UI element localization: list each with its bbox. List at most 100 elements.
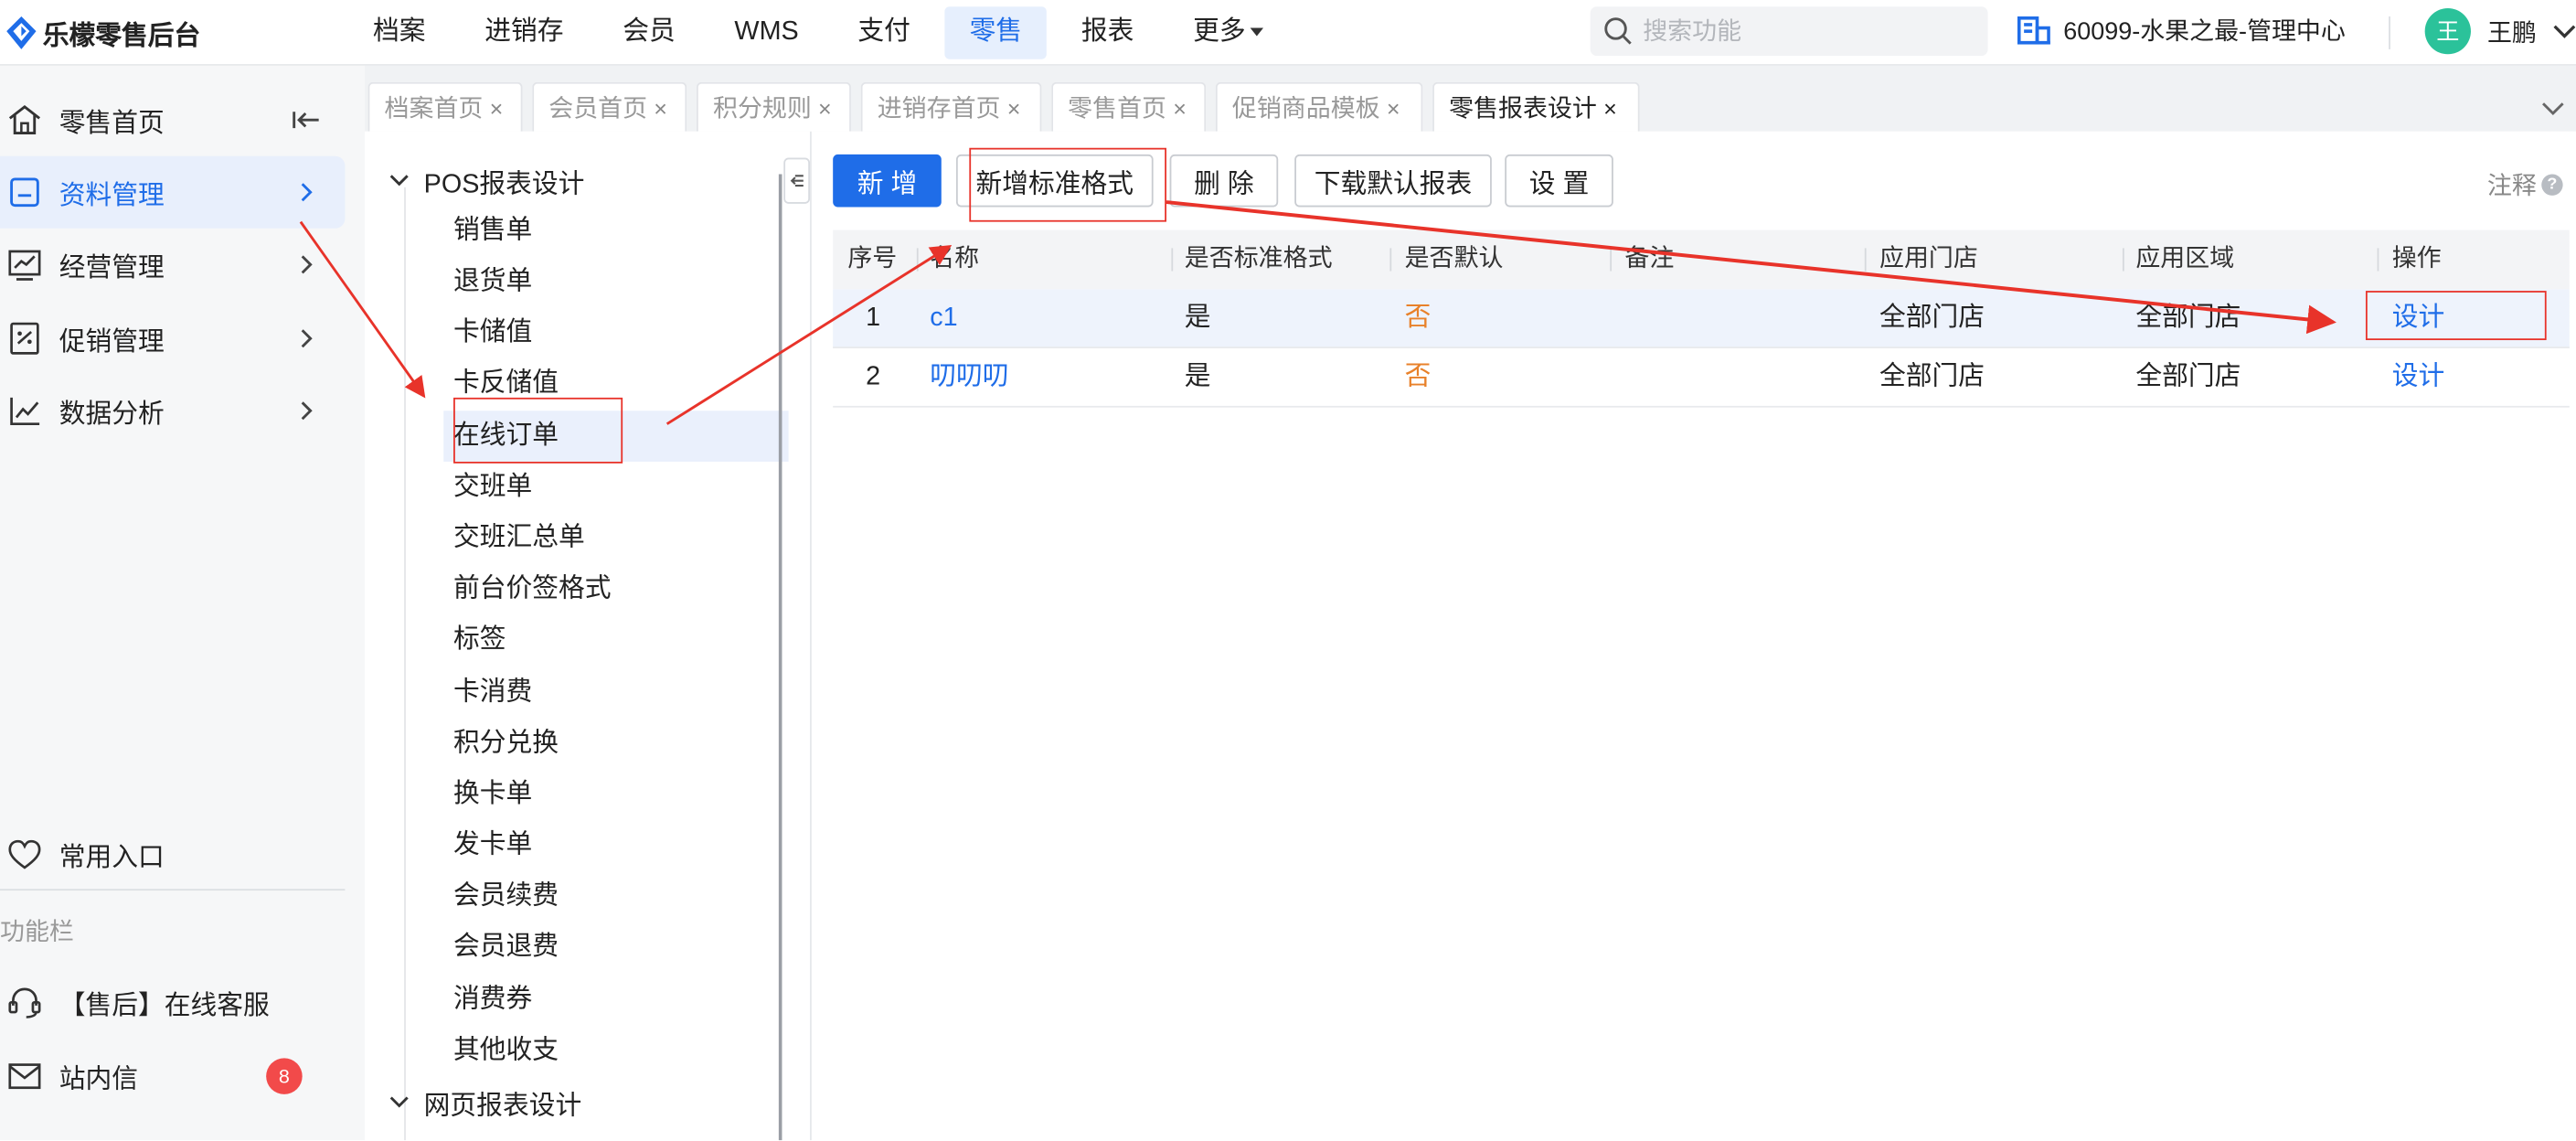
table-row[interactable]: 1 c1 是 否 全部门店 全部门店 设计: [833, 289, 2570, 349]
tree-group-label: 网页报表设计: [423, 1093, 582, 1121]
sidebar-item-data-analysis[interactable]: 数据分析: [0, 375, 345, 447]
tab-inventory-home[interactable]: 进销存首页 ×: [860, 81, 1042, 132]
tree-leaf[interactable]: 换卡单: [453, 773, 532, 816]
note-link[interactable]: 注释 ?: [2487, 167, 2563, 202]
tree-leaf[interactable]: 卡消费: [453, 672, 532, 715]
chevron-down-icon[interactable]: [2533, 89, 2572, 128]
column-divider[interactable]: [2377, 248, 2379, 272]
download-default-report-button[interactable]: 下载默认报表: [1294, 154, 1492, 208]
tree-leaf[interactable]: 卡储值: [453, 312, 532, 355]
tab-promo-template[interactable]: 促销商品模板 ×: [1215, 81, 1423, 132]
tree-leaf[interactable]: 积分兑换: [453, 723, 559, 766]
column-divider[interactable]: [916, 248, 919, 272]
collapse-tree-button[interactable]: [783, 157, 811, 204]
tree-leaf[interactable]: 退货单: [453, 261, 532, 304]
tab-archive-home[interactable]: 档案首页 ×: [367, 81, 523, 132]
chevron-right-icon: [301, 183, 313, 202]
column-header: 是否标准格式: [1184, 244, 1333, 273]
logo-icon: [6, 16, 37, 49]
search-icon: [1604, 17, 1632, 45]
design-link[interactable]: 设计: [2392, 348, 2445, 408]
column-divider[interactable]: [1389, 248, 1392, 272]
close-icon[interactable]: ×: [654, 94, 667, 121]
tab-retail-home[interactable]: 零售首页 ×: [1051, 81, 1207, 132]
tab-label: 促销商品模板: [1231, 95, 1380, 123]
tab-label: 零售报表设计: [1449, 95, 1597, 123]
cell-standard: 是: [1184, 304, 1211, 333]
nav-more-label: 更多: [1193, 17, 1246, 47]
column-divider[interactable]: [2122, 248, 2124, 272]
close-icon[interactable]: ×: [1007, 94, 1021, 121]
main-content: 新 增 新增标准格式 删 除 下载默认报表 设 置 注释 ? 序号 名称 是否标…: [810, 131, 2576, 1141]
column-divider[interactable]: [1171, 248, 1174, 272]
nav-item-archive[interactable]: 档案: [348, 6, 450, 59]
tab-points-rules[interactable]: 积分规则 ×: [697, 81, 851, 132]
caret-down-icon: [1251, 28, 1264, 37]
nav-item-wms[interactable]: WMS: [709, 6, 823, 59]
design-link[interactable]: 设计: [2392, 289, 2445, 348]
nav-item-report[interactable]: 报表: [1057, 6, 1158, 59]
close-icon[interactable]: ×: [1173, 94, 1187, 121]
tree-leaf[interactable]: 其他收支: [453, 1030, 559, 1073]
tree-leaf[interactable]: 交班单: [453, 466, 532, 509]
tree-leaf[interactable]: 会员退费: [453, 927, 559, 970]
cell-default: 否: [1404, 304, 1432, 333]
app-root: 乐檬零售后台 档案 进销存 会员 WMS 支付 零售 报表 更多 搜索功能 60…: [0, 0, 2576, 1141]
tree-group-pos[interactable]: POS报表设计: [388, 159, 584, 202]
sidebar-divider: [0, 889, 346, 891]
tab-member-home[interactable]: 会员首页 ×: [532, 81, 687, 132]
tree-leaf[interactable]: 销售单: [453, 210, 532, 253]
sidebar-inbox[interactable]: 站内信 8: [0, 1040, 345, 1113]
add-standard-format-button[interactable]: 新增标准格式: [955, 154, 1154, 208]
tab-retail-report-design[interactable]: 零售报表设计 ×: [1432, 81, 1640, 132]
user-menu[interactable]: 王 王鹏: [2424, 7, 2576, 55]
tree-group-web[interactable]: 网页报表设计: [388, 1082, 581, 1125]
cell-name-link[interactable]: 叨叨叨: [930, 348, 1008, 408]
chevron-right-icon: [301, 255, 313, 274]
tree-leaf[interactable]: 消费券: [453, 979, 532, 1022]
tab-label: 积分规则: [712, 95, 812, 123]
headset-icon: [8, 987, 41, 1018]
nav-item-retail[interactable]: 零售: [944, 6, 1048, 59]
sidebar-support[interactable]: 【售后】在线客服: [0, 966, 345, 1039]
heart-icon: [8, 839, 41, 869]
app-logo[interactable]: 乐檬零售后台: [6, 13, 200, 52]
tree-leaf[interactable]: 标签: [453, 620, 506, 663]
close-icon[interactable]: ×: [1387, 94, 1400, 121]
avatar: 王: [2424, 7, 2471, 55]
sidebar-item-operations[interactable]: 经营管理: [0, 229, 345, 301]
chevron-down-icon: [389, 175, 409, 187]
tree-scrollbar[interactable]: [778, 174, 782, 1141]
close-icon[interactable]: ×: [490, 94, 504, 121]
settings-button[interactable]: 设 置: [1505, 154, 1613, 208]
tree-leaf[interactable]: 会员续费: [453, 876, 559, 919]
tree-leaf[interactable]: 前台价签格式: [453, 569, 612, 612]
store-selector[interactable]: 60099-水果之最-管理中心: [2017, 13, 2346, 48]
collapse-sidebar-icon[interactable]: [293, 109, 322, 132]
close-icon[interactable]: ×: [818, 94, 832, 121]
sidebar-item-promotion[interactable]: 促销管理: [0, 303, 345, 375]
column-divider[interactable]: [1864, 248, 1867, 272]
tree-leaf[interactable]: 发卡单: [453, 825, 532, 868]
nav-item-more[interactable]: 更多: [1168, 6, 1288, 59]
cell-name-link[interactable]: c1: [930, 289, 957, 348]
column-divider[interactable]: [1610, 248, 1613, 272]
tree-leaf[interactable]: 卡反储值: [453, 363, 559, 406]
nav-item-member[interactable]: 会员: [598, 6, 699, 59]
column-header: 应用门店: [1879, 244, 1978, 273]
search-input[interactable]: [1643, 16, 1972, 46]
close-icon[interactable]: ×: [1603, 94, 1617, 121]
sidebar-item-retail-home[interactable]: 零售首页: [0, 84, 345, 156]
column-header: 应用区域: [2135, 244, 2235, 273]
nav-item-payment[interactable]: 支付: [833, 6, 934, 59]
sidebar-favorites[interactable]: 常用入口: [0, 818, 345, 890]
tree-leaf[interactable]: 交班汇总单: [453, 517, 585, 560]
tree-leaf-online-order[interactable]: 在线订单: [453, 416, 559, 459]
table-row[interactable]: 2 叨叨叨 是 否 全部门店 全部门店 设计: [833, 348, 2570, 408]
sidebar-item-data-management[interactable]: 资料管理: [0, 155, 346, 229]
search-box[interactable]: [1590, 6, 1988, 57]
nav-item-inventory[interactable]: 进销存: [460, 6, 588, 59]
delete-button[interactable]: 删 除: [1169, 154, 1279, 208]
add-button[interactable]: 新 增: [833, 154, 942, 208]
cell-no: 2: [866, 363, 881, 391]
